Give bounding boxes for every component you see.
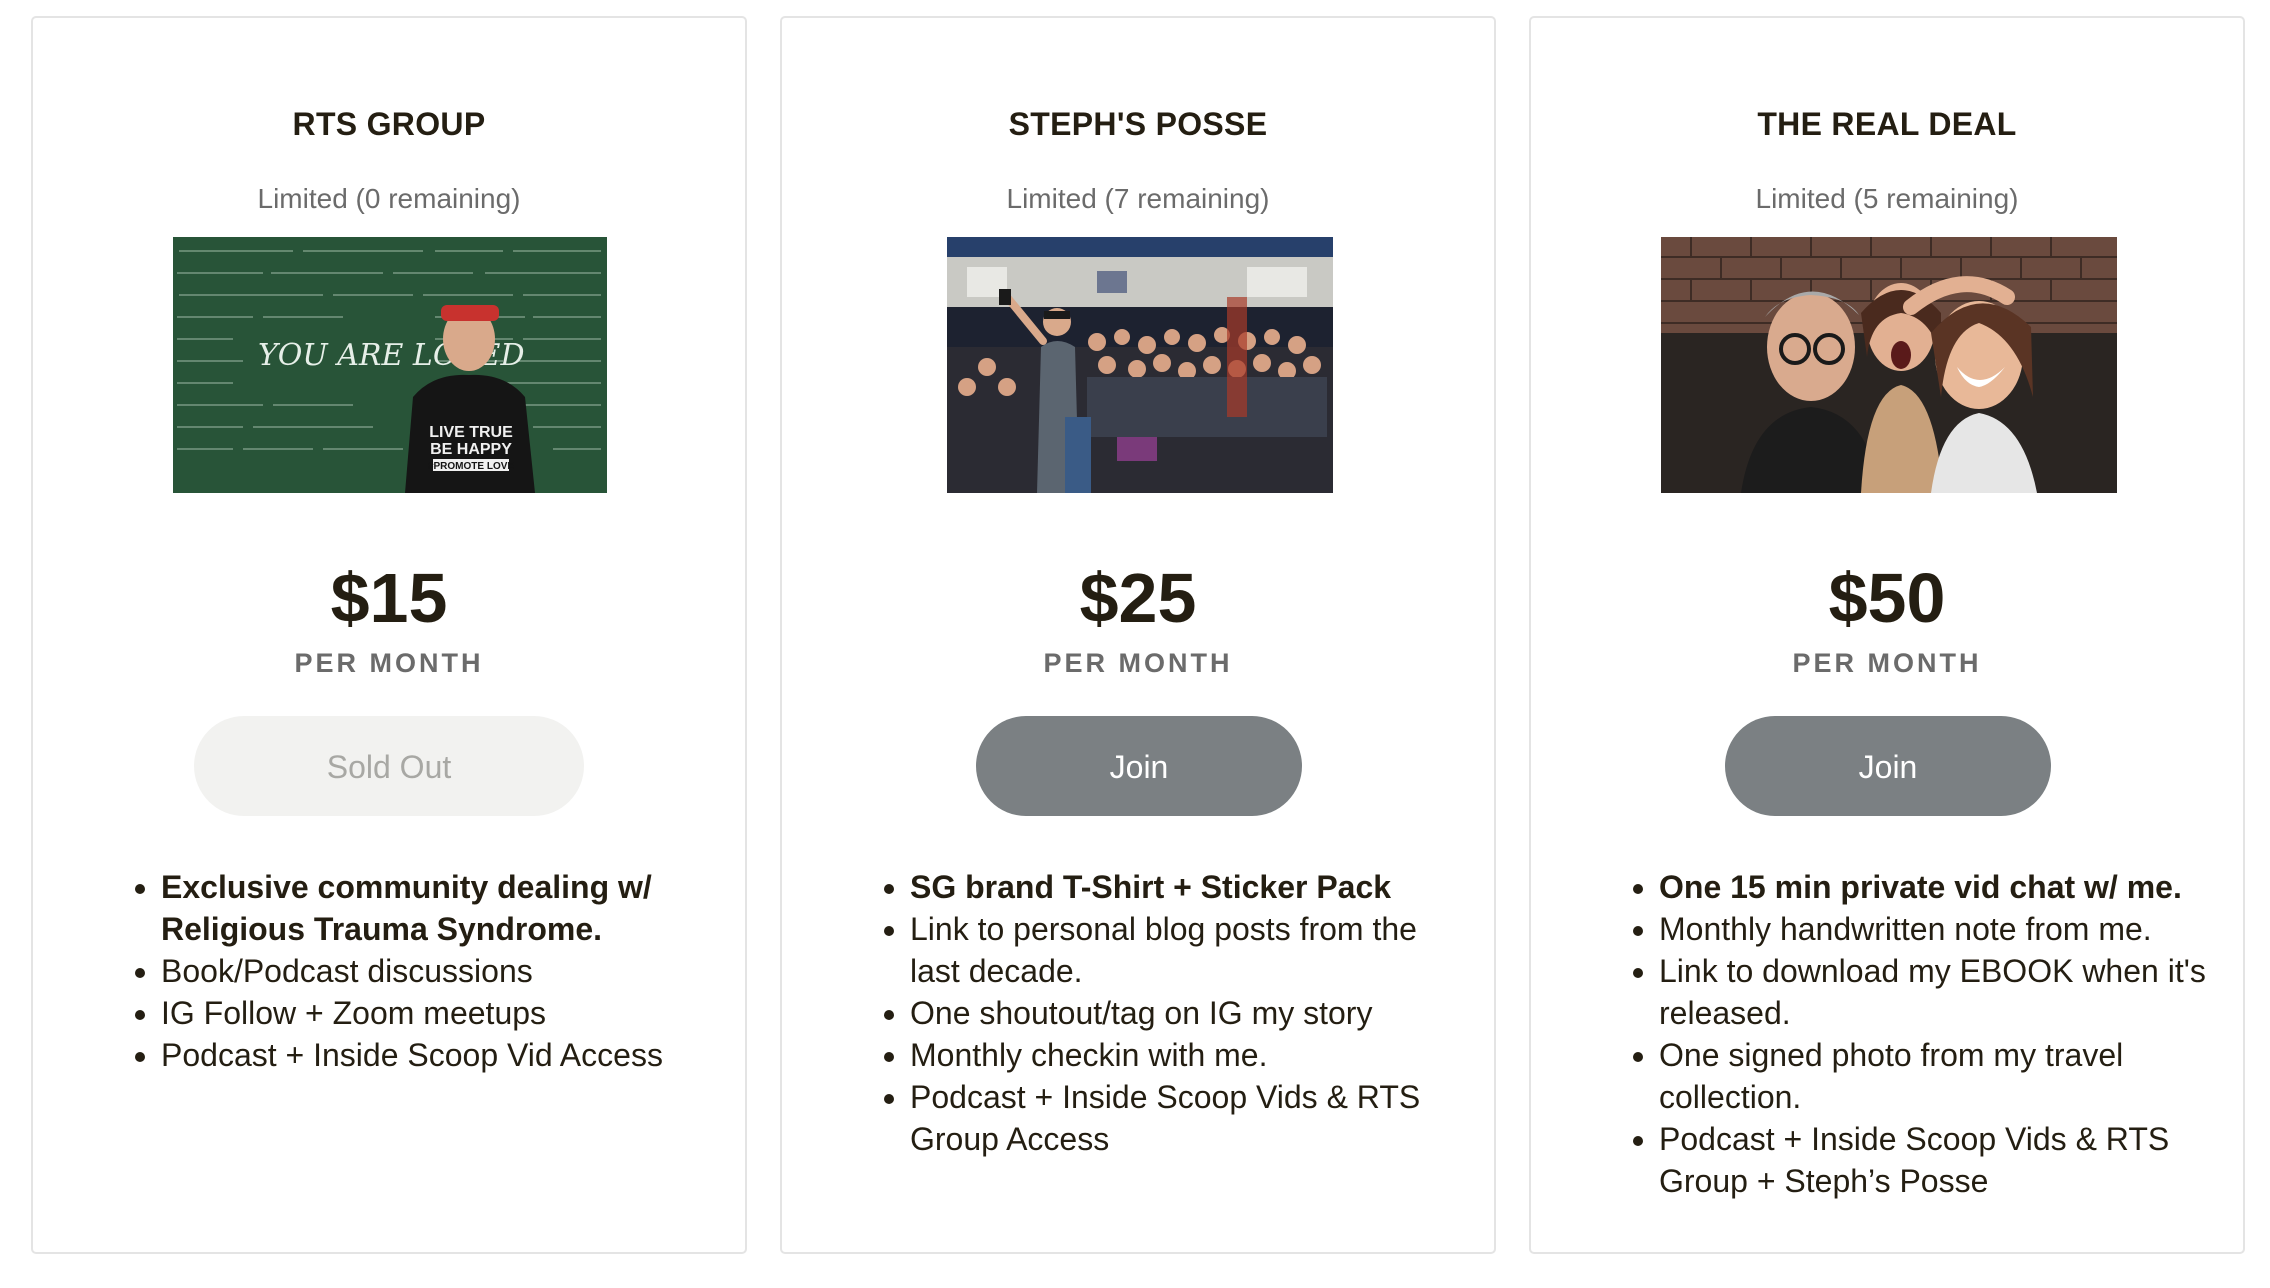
tier-availability: Limited (5 remaining) xyxy=(1755,183,2019,214)
perk-item: Exclusive community dealing w/ Religious… xyxy=(161,866,725,950)
friends-photo xyxy=(1661,237,2117,493)
join-button[interactable]: Join xyxy=(1725,716,2051,816)
perk-item: Podcast + Inside Scoop Vid Access xyxy=(161,1034,725,1076)
shirt-text-2: BE HAPPY xyxy=(430,441,512,458)
tier-perks-list: SG brand T-Shirt + Sticker Pack Link to … xyxy=(870,866,1474,1160)
tier-card-stephs-posse: STEPH'S POSSE Limited (7 remaining) $25 … xyxy=(780,16,1496,1254)
perk-item: SG brand T-Shirt + Sticker Pack xyxy=(910,866,1474,908)
shirt-text-3: #PROMOTE LOVE xyxy=(428,461,514,472)
tier-title: THE REAL DEAL xyxy=(1757,106,2017,142)
tier-perks-list: Exclusive community dealing w/ Religious… xyxy=(121,866,725,1076)
tier-billing-period: PER MONTH xyxy=(294,648,484,678)
perk-item: Book/Podcast discussions xyxy=(161,950,725,992)
tier-billing-period: PER MONTH xyxy=(1792,648,1982,678)
sold-out-button[interactable]: Sold Out xyxy=(194,716,584,816)
tier-perks-list: One 15 min private vid chat w/ me. Month… xyxy=(1619,866,2223,1202)
tier-price: $15 xyxy=(330,559,448,637)
tier-price: $25 xyxy=(1079,559,1197,637)
perk-item: IG Follow + Zoom meetups xyxy=(161,992,725,1034)
tier-price: $50 xyxy=(1828,559,1946,637)
tier-availability: Limited (0 remaining) xyxy=(257,183,521,214)
perk-item: One signed photo from my travel collecti… xyxy=(1659,1034,2223,1118)
join-button[interactable]: Join xyxy=(976,716,1302,816)
tier-card-the-real-deal: THE REAL DEAL Limited (5 remaining) $50 … xyxy=(1529,16,2245,1254)
perk-item: Monthly checkin with me. xyxy=(910,1034,1474,1076)
perk-item: Podcast + Inside Scoop Vids & RTS Group … xyxy=(1659,1118,2223,1202)
perk-item: Link to download my EBOOK when it's rele… xyxy=(1659,950,2223,1034)
tier-image: YOU ARE LOVED LIVE TRUE BE HAPPY #PROMOT… xyxy=(173,237,607,493)
tier-card-rts-group: RTS GROUP Limited (0 remaining) YOU ARE … xyxy=(31,16,747,1254)
tier-title: STEPH'S POSSE xyxy=(1008,106,1268,142)
shirt-text-1: LIVE TRUE xyxy=(429,424,513,441)
tier-image xyxy=(1661,237,2117,493)
perk-item: Monthly handwritten note from me. xyxy=(1659,908,2223,950)
tier-image xyxy=(947,237,1333,493)
tier-availability: Limited (7 remaining) xyxy=(1006,183,1270,214)
chalkboard-photo: YOU ARE LOVED LIVE TRUE BE HAPPY #PROMOT… xyxy=(173,237,607,493)
perk-item: Podcast + Inside Scoop Vids & RTS Group … xyxy=(910,1076,1474,1160)
perk-item: One 15 min private vid chat w/ me. xyxy=(1659,866,2223,908)
perk-item: Link to personal blog posts from the las… xyxy=(910,908,1474,992)
crowd-photo xyxy=(947,237,1333,493)
perk-item: One shoutout/tag on IG my story xyxy=(910,992,1474,1034)
tier-title: RTS GROUP xyxy=(292,106,486,142)
tier-billing-period: PER MONTH xyxy=(1043,648,1233,678)
membership-tiers: RTS GROUP Limited (0 remaining) YOU ARE … xyxy=(0,0,2270,1288)
